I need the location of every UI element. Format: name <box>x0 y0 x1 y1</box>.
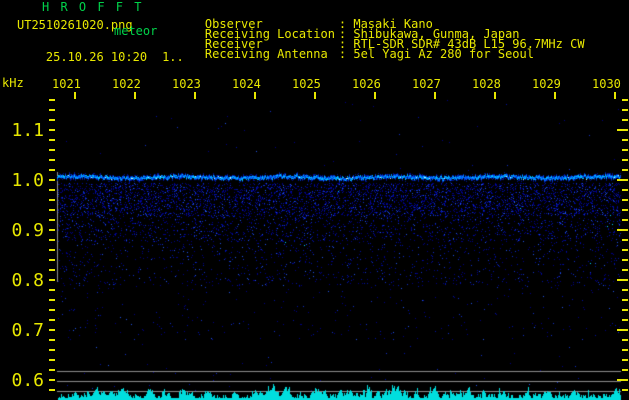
freq-tick-right <box>622 359 628 361</box>
freq-tick-left <box>49 169 55 171</box>
freq-tick-right <box>622 239 628 241</box>
freq-tick-left <box>49 269 55 271</box>
freq-tick-label: 1.0 <box>11 170 44 191</box>
time-tick <box>374 92 376 99</box>
freq-tick-left <box>49 219 55 221</box>
freq-tick-right <box>622 389 628 391</box>
freq-tick-right <box>617 279 628 281</box>
freq-tick-left <box>49 299 55 301</box>
freq-tick-label: 0.8 <box>11 270 44 291</box>
freq-tick-right <box>622 159 628 161</box>
y-axis-unit-label: kHz <box>2 76 24 90</box>
freq-tick-right <box>617 129 628 131</box>
freq-tick-left <box>49 159 55 161</box>
time-tick-label: 1029 <box>532 77 561 91</box>
freq-tick-right <box>617 329 628 331</box>
field-label: Receiving Antenna <box>204 47 328 61</box>
time-tick-label: 1023 <box>172 77 201 91</box>
header-field-antenna: Receiving Antenna 5el Yagi Az 280 for Seo… <box>176 36 534 72</box>
time-tick-label: 1024 <box>232 77 261 91</box>
freq-tick-right <box>622 299 628 301</box>
freq-tick-left <box>49 389 55 391</box>
freq-tick-right <box>622 339 628 341</box>
freq-tick-right <box>617 229 628 231</box>
freq-tick-left <box>49 129 55 131</box>
time-tick-label: 1028 <box>472 77 501 91</box>
freq-tick-right <box>622 309 628 311</box>
freq-tick-left <box>49 349 55 351</box>
freq-tick-right <box>622 139 628 141</box>
time-tick <box>494 92 496 99</box>
freq-tick-right <box>622 199 628 201</box>
freq-tick-left <box>49 119 55 121</box>
freq-tick-left <box>49 249 55 251</box>
freq-tick-right <box>622 189 628 191</box>
time-tick-label: 1025 <box>292 77 321 91</box>
time-tick-label: 1026 <box>352 77 381 91</box>
freq-tick-right <box>622 269 628 271</box>
freq-tick-left <box>49 329 55 331</box>
freq-tick-left <box>49 279 55 281</box>
datetime-line: 25.10.26 10:20 1.. <box>17 39 184 75</box>
freq-tick-right <box>622 209 628 211</box>
freq-tick-right <box>617 379 628 381</box>
time-tick <box>134 92 136 99</box>
time-tick <box>194 92 196 99</box>
freq-tick-left <box>49 369 55 371</box>
freq-tick-left <box>49 199 55 201</box>
time-tick <box>314 92 316 99</box>
freq-tick-left <box>49 309 55 311</box>
freq-tick-right <box>617 179 628 181</box>
freq-tick-right <box>622 99 628 101</box>
freq-tick-left <box>49 229 55 231</box>
time-tick-label: 1027 <box>412 77 441 91</box>
freq-tick-label: 0.6 <box>11 370 44 391</box>
freq-tick-right <box>622 349 628 351</box>
time-tick <box>74 92 76 99</box>
time-tick-label: 1022 <box>112 77 141 91</box>
freq-tick-right <box>622 289 628 291</box>
time-tick <box>434 92 436 99</box>
freq-tick-left <box>49 189 55 191</box>
time-tick <box>254 92 256 99</box>
freq-tick-label: 0.7 <box>11 320 44 341</box>
freq-tick-left <box>49 319 55 321</box>
freq-tick-right <box>622 219 628 221</box>
freq-tick-right <box>622 259 628 261</box>
freq-tick-left <box>49 149 55 151</box>
freq-tick-left <box>49 239 55 241</box>
hrofft-output: H R O F F T UT2510261020.png meteor 25.1… <box>0 0 629 400</box>
freq-tick-left <box>49 359 55 361</box>
freq-tick-right <box>622 319 628 321</box>
freq-tick-right <box>622 109 628 111</box>
time-tick-label: 1021 <box>52 77 81 91</box>
freq-tick-right <box>622 149 628 151</box>
freq-tick-label: 1.1 <box>11 120 44 141</box>
field-value: 5el Yagi Az 280 for Seoul <box>339 47 534 61</box>
freq-tick-left <box>49 209 55 211</box>
freq-tick-right <box>622 369 628 371</box>
freq-tick-left <box>49 99 55 101</box>
freq-tick-left <box>49 259 55 261</box>
date-time: 25.10.26 10:20 <box>45 50 148 64</box>
freq-tick-right <box>622 119 628 121</box>
freq-tick-label: 0.9 <box>11 220 44 241</box>
freq-tick-right <box>622 249 628 251</box>
freq-tick-left <box>49 339 55 341</box>
time-tick <box>554 92 556 99</box>
freq-tick-left <box>49 179 55 181</box>
freq-tick-left <box>49 109 55 111</box>
freq-tick-left <box>49 139 55 141</box>
freq-tick-left <box>49 379 55 381</box>
app-title: H R O F F T <box>42 0 144 14</box>
time-tick-label: 1030 <box>592 77 621 91</box>
time-tick <box>614 92 616 99</box>
freq-tick-right <box>622 169 628 171</box>
station-name: meteor <box>114 24 158 38</box>
freq-tick-left <box>49 289 55 291</box>
